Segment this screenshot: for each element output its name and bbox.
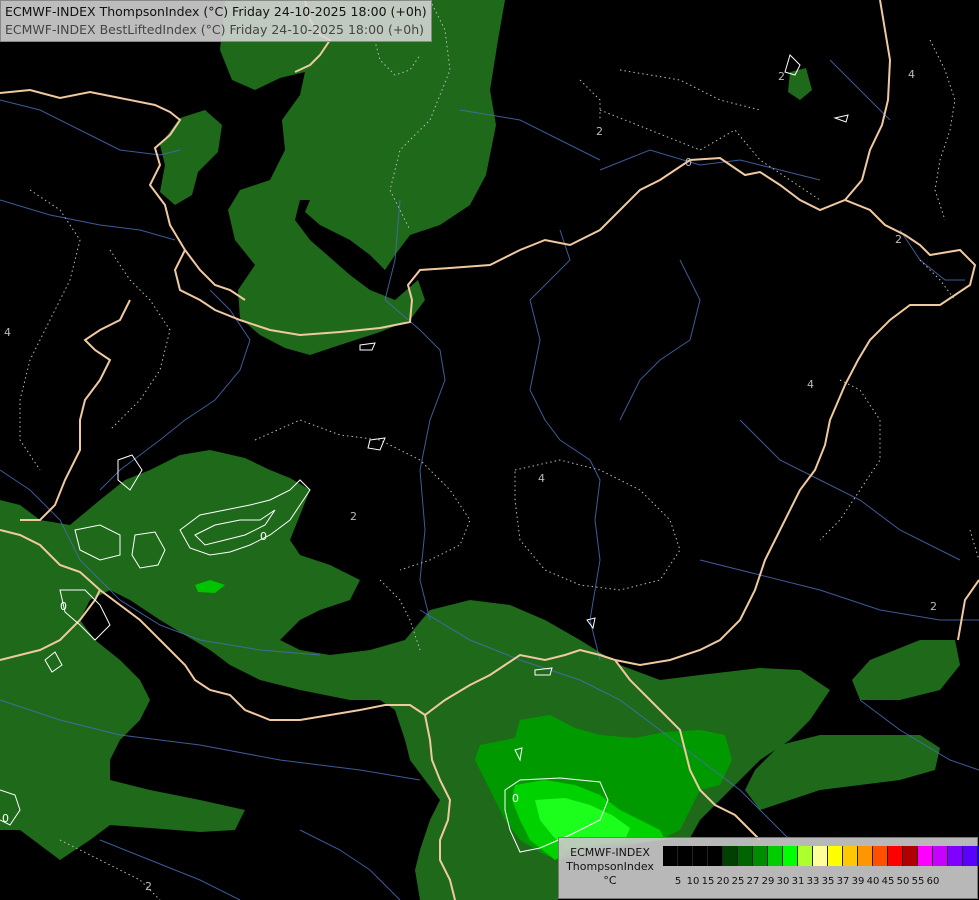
legend-swatch: [903, 846, 918, 866]
contour-label: 0: [260, 530, 267, 543]
legend-swatch: [783, 846, 798, 866]
legend-swatch: [753, 846, 768, 866]
contour-label: 4: [4, 326, 11, 339]
title-line-bli: ECMWF-INDEX BestLiftedIndex (°C) Friday …: [5, 22, 425, 37]
legend-tick-label: 55: [911, 876, 925, 887]
contour-label: 0: [60, 600, 67, 613]
contour-label: 0: [685, 156, 692, 169]
legend-swatch: [873, 846, 888, 866]
contour-label: 4: [908, 68, 915, 81]
legend-swatch: [708, 846, 723, 866]
legend-swatch: [663, 846, 678, 866]
legend-tick-label: 60: [926, 876, 940, 887]
legend-tick-label: 15: [701, 876, 715, 887]
contour-label: 2: [350, 510, 357, 523]
legend-swatch: [723, 846, 738, 866]
legend-swatch: [738, 846, 753, 866]
legend-tick-label: 39: [851, 876, 865, 887]
legend-tick-label: 45: [881, 876, 895, 887]
legend-tick-label: 27: [746, 876, 760, 887]
legend-tick-label: 5: [674, 876, 682, 887]
legend-swatch: [888, 846, 903, 866]
legend-tick-label: 20: [716, 876, 730, 887]
legend-tick-label: 29: [761, 876, 775, 887]
legend-tick-label: 30: [776, 876, 790, 887]
contour-label: 4: [807, 378, 814, 391]
contour-label: 2: [930, 600, 937, 613]
legend-swatch: [843, 846, 858, 866]
legend-title-line1: ECMWF-INDEX: [570, 846, 650, 859]
legend-ticks: 5 10 15 20 25 27 29 30 31 33 35 37 39 40 45 50 55 60: [663, 876, 979, 890]
weather-map: 0 0 0 0 0 2 2 2 2 2 4 4 4 4 2: [0, 0, 979, 900]
contour-label: 0: [2, 812, 9, 825]
title-line-thompson: ECMWF-INDEX ThompsonIndex (°C) Friday 24…: [5, 4, 427, 19]
contour-label: 0: [512, 792, 519, 805]
legend-title-line2: ThompsonIndex: [566, 860, 654, 873]
legend-tick-label: 33: [806, 876, 820, 887]
legend-tick-label: 40: [866, 876, 880, 887]
contour-label: 2: [895, 233, 902, 246]
legend-swatch: [918, 846, 933, 866]
contour-label: 2: [778, 70, 785, 83]
legend-swatch: [798, 846, 813, 866]
color-legend: ECMWF-INDEX ThompsonIndex °C 5 10 15 20 25 27…: [558, 837, 979, 899]
legend-swatch: [933, 846, 948, 866]
legend-swatch: [858, 846, 873, 866]
legend-tick-label: 10: [686, 876, 700, 887]
legend-tick-label: 25: [731, 876, 745, 887]
contour-label: 2: [145, 880, 152, 893]
legend-swatch: [948, 846, 963, 866]
legend-tick-label: 31: [791, 876, 805, 887]
map-title: ECMWF-INDEX ThompsonIndex (°C) Friday 24…: [0, 0, 432, 42]
legend-swatch: [828, 846, 843, 866]
legend-swatches: [663, 846, 979, 866]
legend-tick-label: 50: [896, 876, 910, 887]
contour-label: 2: [596, 125, 603, 138]
legend-tick-label: 35: [821, 876, 835, 887]
legend-swatch: [963, 846, 978, 866]
legend-swatch: [693, 846, 708, 866]
legend-swatch: [768, 846, 783, 866]
contour-label: 4: [538, 472, 545, 485]
legend-title: ECMWF-INDEX ThompsonIndex °C: [561, 846, 659, 888]
legend-swatch: [678, 846, 693, 866]
legend-tick-label: 37: [836, 876, 850, 887]
legend-title-line3: °C: [603, 874, 617, 887]
legend-swatch: [813, 846, 828, 866]
